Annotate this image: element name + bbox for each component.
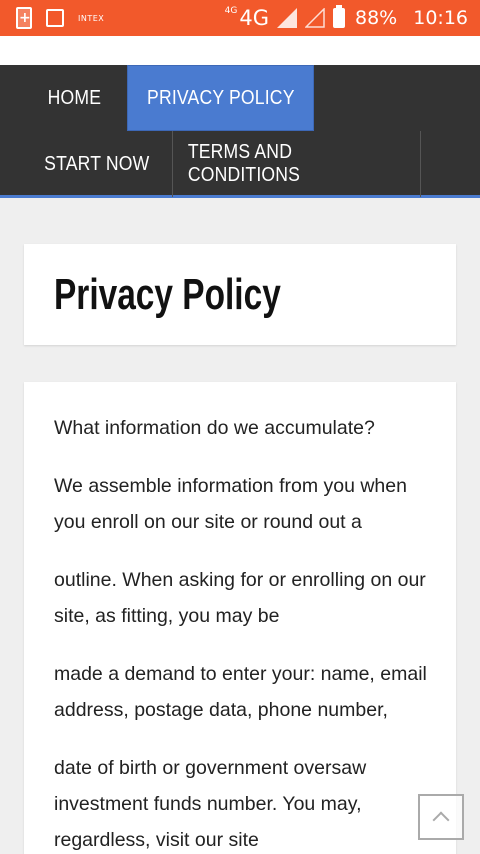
status-bar: INTEX 4G 4G 88% 10:16 xyxy=(0,0,480,36)
content-paragraph: What information do we accumulate? xyxy=(54,417,375,439)
chevron-up-icon xyxy=(432,811,450,829)
content-paragraph: made a demand to enter your: name, email… xyxy=(54,663,427,721)
signal-empty-icon xyxy=(305,8,325,28)
brand-label: INTEX xyxy=(78,13,105,23)
nav-item-start-now[interactable]: START NOW xyxy=(22,131,173,197)
battery-percent: 88% xyxy=(355,7,398,29)
clock: 10:16 xyxy=(413,7,468,29)
signal-icon xyxy=(277,8,297,28)
nav-item-label: TERMS AND CONDITIONS xyxy=(187,141,301,186)
battery-charging-icon xyxy=(16,7,32,29)
nav-item-privacy-policy[interactable]: PRIVACY POLICY xyxy=(127,65,314,131)
title-card: Privacy Policy xyxy=(24,244,456,345)
image-icon xyxy=(46,9,64,27)
nav-item-label: PRIVACY POLICY xyxy=(146,86,295,109)
battery-icon xyxy=(333,5,345,28)
main-navigation: HOME PRIVACY POLICY START NOW TERMS AND … xyxy=(0,65,480,198)
network-type-small: 4G xyxy=(224,6,238,16)
policy-content: What information do we accumulate? We as… xyxy=(54,410,434,854)
nav-item-label: HOME xyxy=(47,86,102,109)
content-paragraph: We assemble information from you when yo… xyxy=(54,475,407,533)
nav-item-home[interactable]: HOME xyxy=(22,65,127,131)
page-title: Privacy Policy xyxy=(54,270,281,319)
scroll-to-top-button[interactable] xyxy=(418,794,464,840)
content-card: What information do we accumulate? We as… xyxy=(24,382,456,854)
network-type: 4G xyxy=(239,6,269,30)
nav-item-terms-and-conditions[interactable]: TERMS AND CONDITIONS xyxy=(173,131,421,197)
status-right: 4G 4G 88% 10:16 xyxy=(225,0,468,36)
content-paragraph: outline. When asking for or enrolling on… xyxy=(54,569,426,627)
content-paragraph: date of birth or government oversaw inve… xyxy=(54,757,367,851)
header-band xyxy=(0,36,480,65)
status-left: INTEX xyxy=(16,7,104,29)
nav-item-label: START NOW xyxy=(44,152,150,175)
